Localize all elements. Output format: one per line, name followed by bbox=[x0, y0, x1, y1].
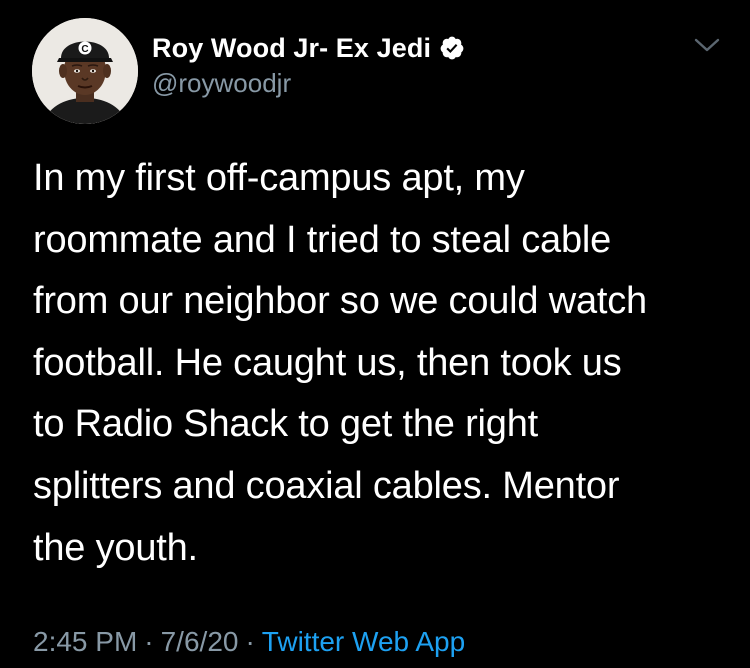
display-name[interactable]: Roy Wood Jr- Ex Jedi bbox=[152, 33, 431, 64]
tweet-source-link[interactable]: Twitter Web App bbox=[262, 626, 465, 658]
author-header: Roy Wood Jr- Ex Jedi @roywoodjr bbox=[152, 30, 465, 99]
chevron-down-icon[interactable] bbox=[690, 33, 724, 57]
avatar-photo: C bbox=[32, 18, 138, 124]
tweet-text-line: In my first off-campus apt, my bbox=[33, 157, 525, 199]
tweet-text-line: the youth. bbox=[33, 526, 198, 569]
user-handle[interactable]: @roywoodjr bbox=[152, 68, 465, 99]
tweet-text-line: from our neighbor so we could watch bbox=[33, 280, 647, 323]
tweet-text-line: roommate and I tried to steal cable bbox=[33, 218, 612, 261]
tweet-date[interactable]: 7/6/20 bbox=[161, 626, 239, 658]
verified-badge-icon bbox=[439, 35, 465, 61]
display-name-row: Roy Wood Jr- Ex Jedi bbox=[152, 30, 465, 66]
tweet-card: C Roy Wood Jr- Ex Jedi @roywoodjr In my … bbox=[0, 0, 750, 668]
cap-logo-letter: C bbox=[81, 44, 88, 55]
tweet-text-line: football. He caught us, then took us bbox=[33, 341, 622, 384]
tweet-metadata: 2:45 PM · 7/6/20 · Twitter Web App bbox=[33, 626, 465, 658]
tweet-time[interactable]: 2:45 PM bbox=[33, 626, 137, 658]
tweet-text: In my first off-campus apt, my roommate … bbox=[33, 148, 733, 579]
avatar[interactable]: C bbox=[32, 18, 138, 124]
meta-separator: · bbox=[245, 626, 255, 657]
tweet-text-line: splitters and coaxial cables. Mentor bbox=[33, 464, 620, 507]
meta-separator: · bbox=[144, 626, 154, 657]
tweet-text-line: to Radio Shack to get the right bbox=[33, 403, 539, 446]
